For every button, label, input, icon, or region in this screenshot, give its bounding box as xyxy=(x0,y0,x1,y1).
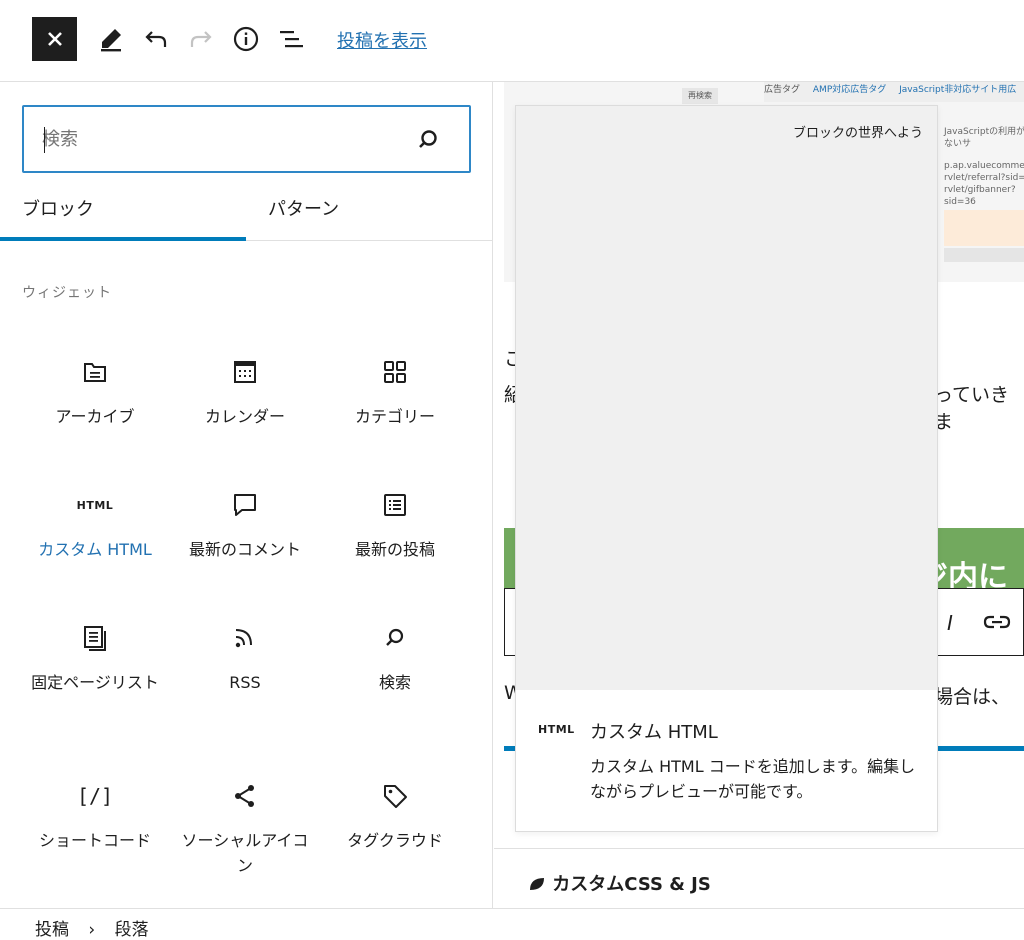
paragraph-text[interactable]: っていきま xyxy=(934,380,1024,434)
block-item-label: ショートコード xyxy=(38,831,151,850)
list-view-button[interactable] xyxy=(276,22,306,56)
archive-icon xyxy=(84,363,106,382)
screenshot-code-line: rvlet/referral?sid=364 xyxy=(944,173,1024,183)
block-inserter-panel: ブロック パターン ウィジェット アーカイブ カレンダー カテゴリー HTML … xyxy=(0,82,493,908)
custom-css-js-label: カスタムCSS & JS xyxy=(552,874,711,895)
block-item-label: アーカイブ xyxy=(55,407,135,426)
tab-patterns[interactable]: パターン xyxy=(268,195,339,221)
redo-icon xyxy=(190,31,212,47)
block-preview-popover: ブロックの世界へよう HTML カスタム HTML カスタム HTML コードを… xyxy=(515,105,938,832)
block-item-custom-html[interactable]: HTML カスタム HTML xyxy=(20,485,170,562)
block-item-search[interactable]: 検索 xyxy=(320,618,470,695)
custom-css-js-panel-title[interactable]: カスタムCSS & JS xyxy=(528,870,711,896)
tag-icon xyxy=(384,785,407,808)
paragraph-text[interactable]: 場合は、 xyxy=(934,682,1010,709)
block-search[interactable] xyxy=(22,105,471,173)
redo-button[interactable] xyxy=(186,22,216,56)
block-item-label: カスタム HTML xyxy=(38,540,152,559)
block-item-label: 検索 xyxy=(378,673,411,692)
comment-icon xyxy=(234,494,256,516)
block-preview-canvas: ブロックの世界へよう xyxy=(516,106,937,690)
block-item-rss[interactable]: RSS xyxy=(170,618,320,695)
tools-button[interactable] xyxy=(96,22,126,56)
screenshot-bar xyxy=(944,248,1024,262)
block-item-label: 最新のコメント xyxy=(188,540,301,559)
undo-icon xyxy=(145,31,167,47)
categories-icon xyxy=(384,361,406,383)
block-item-page-list[interactable]: 固定ページリスト xyxy=(20,618,170,695)
divider xyxy=(494,848,1024,849)
screenshot-code-line: p.ap.valuecommerce.c xyxy=(944,161,1024,171)
view-post-link[interactable]: 投稿を表示 xyxy=(337,27,427,53)
block-item-label: カレンダー xyxy=(204,407,285,426)
block-item-label: ソーシャルアイコン xyxy=(181,831,309,875)
undo-button[interactable] xyxy=(141,22,171,56)
italic-button[interactable]: I xyxy=(947,611,953,635)
screenshot-code: JavaScriptの利用ができないサ p.ap.valuecommerce.c… xyxy=(944,126,1024,208)
block-item-label: 固定ページリスト xyxy=(31,673,159,692)
widgets-section-title: ウィジェット xyxy=(22,285,112,301)
screenshot-tab: JavaScript非対応サイト用広 xyxy=(899,85,1017,95)
preview-block-description: カスタム HTML コードを追加します。編集しながらプレビューが可能です。 xyxy=(590,757,916,801)
screenshot-code-line: JavaScriptの利用ができないサ xyxy=(944,127,1024,149)
list-view-icon xyxy=(280,31,303,48)
breadcrumb-item[interactable]: 段落 xyxy=(115,920,149,940)
preview-block-title: カスタム HTML xyxy=(590,722,718,743)
block-item-label: タグクラウド xyxy=(347,831,443,850)
preview-canvas-text: ブロックの世界へよう xyxy=(792,126,923,141)
block-item-shortcode[interactable]: [/] ショートコード xyxy=(20,776,170,853)
search-icon xyxy=(419,130,437,148)
block-item-latest-comments[interactable]: 最新のコメント xyxy=(170,485,320,562)
screenshot-tabs: 広告タグ AMP対応広告タグ JavaScript非対応サイト用広 xyxy=(764,82,1024,102)
block-item-calendar[interactable]: カレンダー xyxy=(170,352,320,429)
tab-blocks[interactable]: ブロック xyxy=(22,195,94,221)
details-button[interactable] xyxy=(231,22,261,56)
close-inserter-button[interactable] xyxy=(32,17,77,61)
block-item-label: 最新の投稿 xyxy=(354,540,435,559)
inserter-tabs: ブロック パターン xyxy=(0,187,492,241)
editor-top-toolbar: 投稿を表示 xyxy=(0,0,1024,82)
html-icon: HTML xyxy=(538,723,575,736)
block-item-archives[interactable]: アーカイブ xyxy=(20,352,170,429)
block-item-label: カテゴリー xyxy=(354,407,435,426)
breadcrumb-separator: › xyxy=(88,920,96,940)
block-item-latest-posts[interactable]: 最新の投稿 xyxy=(320,485,470,562)
block-item-tag-cloud[interactable]: タグクラウド xyxy=(320,776,470,853)
screenshot-button: 再検索 xyxy=(682,88,718,104)
html-icon: HTML xyxy=(76,498,114,512)
post-list-icon xyxy=(384,494,406,516)
block-item-label: RSS xyxy=(229,673,261,692)
search-icon xyxy=(386,628,404,646)
block-search-input[interactable] xyxy=(42,125,402,153)
text-caret xyxy=(44,127,45,153)
share-icon xyxy=(235,785,254,807)
screenshot-tab: AMP対応広告タグ xyxy=(812,85,887,95)
pencil-icon xyxy=(101,29,121,52)
link-icon[interactable] xyxy=(983,611,1011,633)
breadcrumb: 投稿 › 段落 xyxy=(0,908,1024,940)
active-tab-indicator xyxy=(0,237,246,241)
block-item-social-icons[interactable]: ソーシャルアイコン xyxy=(170,776,320,878)
close-icon xyxy=(47,32,62,46)
breadcrumb-item[interactable]: 投稿 xyxy=(35,920,69,940)
shortcode-icon: [/] xyxy=(76,784,114,808)
page-list-icon xyxy=(84,626,106,651)
screenshot-code-line: rvlet/gifbanner?sid=36 xyxy=(944,185,1016,207)
leaf-icon xyxy=(530,878,544,890)
block-item-categories[interactable]: カテゴリー xyxy=(320,352,470,429)
calendar-icon xyxy=(234,361,256,383)
screenshot-highlight xyxy=(944,210,1024,246)
screenshot-tab: 広告タグ xyxy=(764,85,801,95)
rss-icon xyxy=(235,629,252,648)
info-icon xyxy=(233,26,259,52)
